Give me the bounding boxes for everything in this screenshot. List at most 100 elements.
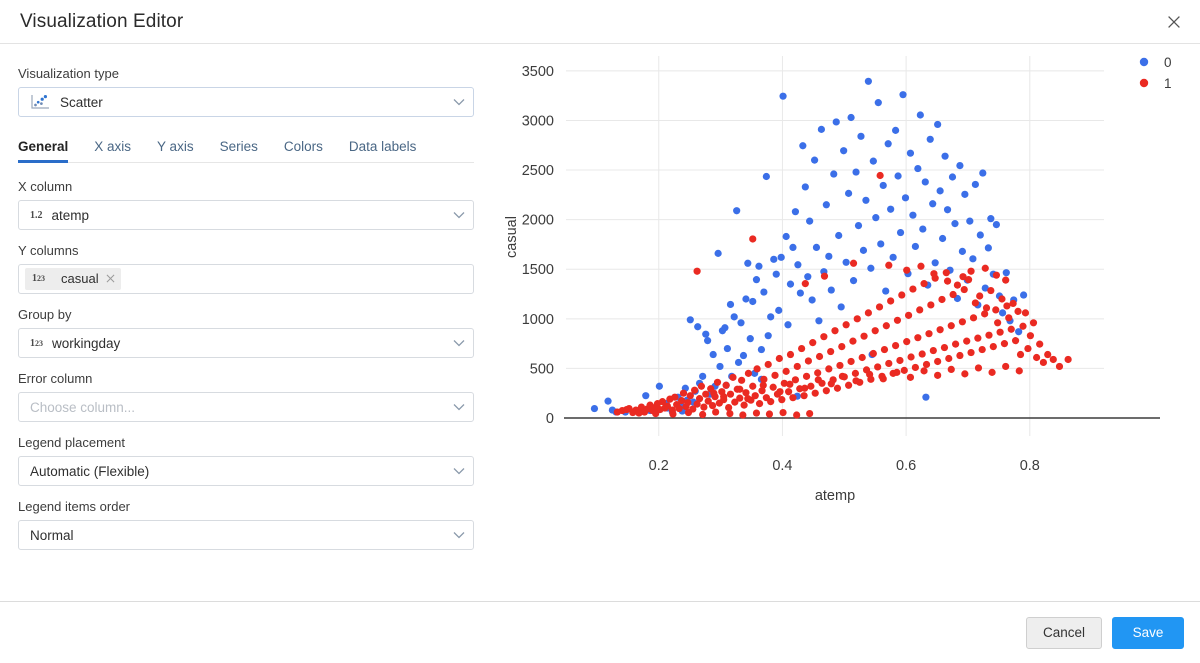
data-point xyxy=(892,126,900,134)
data-point xyxy=(845,189,853,197)
data-point xyxy=(874,99,882,107)
data-point xyxy=(900,366,908,374)
chevron-down-icon xyxy=(453,211,465,219)
data-point xyxy=(815,317,823,325)
data-point xyxy=(845,381,853,389)
data-point xyxy=(775,306,783,314)
data-point xyxy=(822,201,830,209)
data-point xyxy=(987,286,995,295)
data-point xyxy=(978,345,986,354)
tab-x-axis[interactable]: X axis xyxy=(94,135,131,162)
field-error-column: Error column Choose column... xyxy=(18,371,474,422)
data-point xyxy=(961,190,969,198)
data-point xyxy=(899,91,907,99)
settings-tabs: General X axis Y axis Series Colors Data… xyxy=(18,135,474,163)
visualization-type-select[interactable]: Scatter xyxy=(18,87,474,117)
data-point xyxy=(953,281,962,289)
data-point xyxy=(996,328,1004,336)
legend-placement-select[interactable]: Automatic (Flexible) xyxy=(18,456,474,486)
group-by-value: workingday xyxy=(52,335,121,351)
data-point xyxy=(864,77,872,85)
data-point xyxy=(739,411,747,419)
data-point xyxy=(822,387,830,395)
data-point xyxy=(1019,322,1027,330)
series-0 xyxy=(590,77,1028,416)
tab-general[interactable]: General xyxy=(18,135,69,163)
data-point xyxy=(814,369,822,377)
data-point xyxy=(988,368,996,376)
data-point xyxy=(849,277,858,285)
data-point xyxy=(860,332,868,340)
data-point xyxy=(755,262,763,270)
tab-data-labels[interactable]: Data labels xyxy=(349,135,417,162)
tab-y-axis[interactable]: Y axis xyxy=(157,135,194,162)
data-point xyxy=(713,378,722,386)
data-point xyxy=(927,301,935,309)
data-point xyxy=(906,149,915,157)
data-point xyxy=(684,399,692,407)
legend-items-order-select[interactable]: Normal xyxy=(18,520,474,550)
data-point xyxy=(911,363,919,372)
error-column-select[interactable]: Choose column... xyxy=(18,392,474,422)
legend-items-order-label: Legend items order xyxy=(18,499,131,514)
data-point xyxy=(882,322,890,330)
data-point xyxy=(992,306,1000,314)
data-point xyxy=(918,350,926,358)
cancel-button[interactable]: Cancel xyxy=(1025,616,1102,649)
data-point xyxy=(804,357,813,365)
close-icon[interactable] xyxy=(1160,8,1188,36)
data-point xyxy=(879,181,887,190)
data-point xyxy=(679,389,688,397)
data-point xyxy=(1055,362,1064,371)
data-point xyxy=(1003,302,1011,310)
x-column-select[interactable]: 1.2 atemp xyxy=(18,200,474,230)
y-axis-tick-label: 0 xyxy=(546,411,554,427)
data-point xyxy=(1002,269,1010,277)
data-point xyxy=(938,295,946,304)
data-point xyxy=(1015,367,1023,375)
tab-colors[interactable]: Colors xyxy=(284,135,323,162)
data-point xyxy=(929,346,937,355)
data-point xyxy=(919,225,927,233)
integer-column-icon: 123 xyxy=(30,337,43,349)
data-point xyxy=(880,345,889,354)
data-point xyxy=(723,344,731,353)
data-point xyxy=(947,322,955,330)
field-group-by: Group by 123 workingday xyxy=(18,307,474,358)
data-point xyxy=(590,404,599,413)
data-point xyxy=(911,242,919,251)
y-columns-input[interactable]: 123 casual xyxy=(18,264,474,294)
data-point xyxy=(778,396,786,404)
data-point xyxy=(979,169,987,177)
data-point xyxy=(922,393,930,401)
data-point xyxy=(966,217,974,225)
tab-series[interactable]: Series xyxy=(220,135,258,162)
chart-legend: 01 xyxy=(1139,55,1172,91)
group-by-select[interactable]: 123 workingday xyxy=(18,328,474,358)
x-axis-tick-label: 0.2 xyxy=(649,458,669,474)
data-point xyxy=(1064,355,1072,364)
data-point xyxy=(801,280,809,288)
data-point xyxy=(1002,362,1010,371)
data-point xyxy=(926,135,934,143)
data-point xyxy=(759,381,767,389)
legend-items-order-value: Normal xyxy=(30,527,74,543)
series-1 xyxy=(613,171,1072,419)
data-point xyxy=(1007,325,1015,333)
data-point xyxy=(1026,332,1035,340)
data-point xyxy=(867,264,875,272)
x-axis-tick-label: 0.8 xyxy=(1020,458,1040,474)
save-button[interactable]: Save xyxy=(1112,616,1184,649)
data-point xyxy=(851,369,860,377)
y-column-chip[interactable]: 123 casual xyxy=(25,268,121,290)
data-point xyxy=(746,335,754,343)
data-point xyxy=(998,309,1007,317)
data-point xyxy=(752,276,761,284)
data-point xyxy=(704,337,712,345)
data-point xyxy=(708,402,717,410)
data-point xyxy=(1014,307,1022,315)
data-point xyxy=(903,266,911,274)
x-column-label: X column xyxy=(18,179,73,194)
close-icon[interactable] xyxy=(106,270,115,288)
data-point xyxy=(929,200,937,208)
